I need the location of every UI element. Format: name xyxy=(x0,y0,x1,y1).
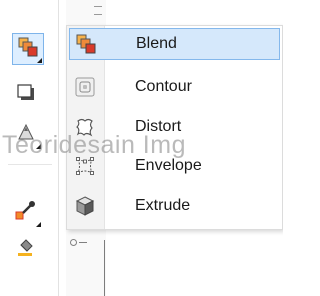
eyedropper-tool-button[interactable] xyxy=(10,196,42,228)
fill-tool-button[interactable] xyxy=(10,233,42,265)
menu-item-blend[interactable]: Blend xyxy=(69,28,280,60)
flyout-indicator-icon xyxy=(36,222,41,227)
menu-item-extrude[interactable]: Extrude xyxy=(69,190,280,222)
menu-item-envelope[interactable]: Envelope xyxy=(69,150,280,182)
flyout-indicator-icon xyxy=(37,58,42,63)
menu-item-label: Contour xyxy=(135,78,192,95)
effects-flyout-menu: Blend Contour Distort Envelope Extrude xyxy=(66,25,283,230)
ruler-line xyxy=(104,240,105,296)
ruler-tick xyxy=(94,6,102,7)
fill-tool-icon xyxy=(15,236,37,263)
ruler-tick xyxy=(94,14,102,15)
blend-tool-button[interactable] xyxy=(12,33,44,65)
corel-toolbox-screen: Blend Contour Distort Envelope Extrude T… xyxy=(0,0,283,296)
ruler-knob-icon[interactable] xyxy=(70,238,88,246)
eyedropper-tool-icon xyxy=(15,199,37,226)
drop-shadow-tool-button[interactable] xyxy=(10,78,42,110)
menu-item-label: Extrude xyxy=(135,197,191,214)
toolbox-divider xyxy=(8,164,52,165)
contour-icon xyxy=(69,72,101,102)
toolbox xyxy=(0,0,58,296)
blend-icon xyxy=(70,29,102,59)
menu-item-label: Blend xyxy=(136,35,177,52)
envelope-icon xyxy=(69,151,101,181)
menu-item-distort[interactable]: Distort xyxy=(69,111,280,143)
blend-tool-icon xyxy=(17,36,39,63)
transparency-tool-icon xyxy=(15,121,37,148)
distort-icon xyxy=(69,112,101,142)
transparency-tool-button[interactable] xyxy=(10,118,42,150)
menu-item-label: Distort xyxy=(135,118,182,135)
menu-item-label: Envelope xyxy=(135,157,202,174)
flyout-indicator-icon xyxy=(36,144,41,149)
toolbox-edge xyxy=(58,0,59,296)
menu-item-contour[interactable]: Contour xyxy=(69,71,280,103)
extrude-icon xyxy=(69,191,101,221)
drop-shadow-tool-icon xyxy=(15,81,37,108)
